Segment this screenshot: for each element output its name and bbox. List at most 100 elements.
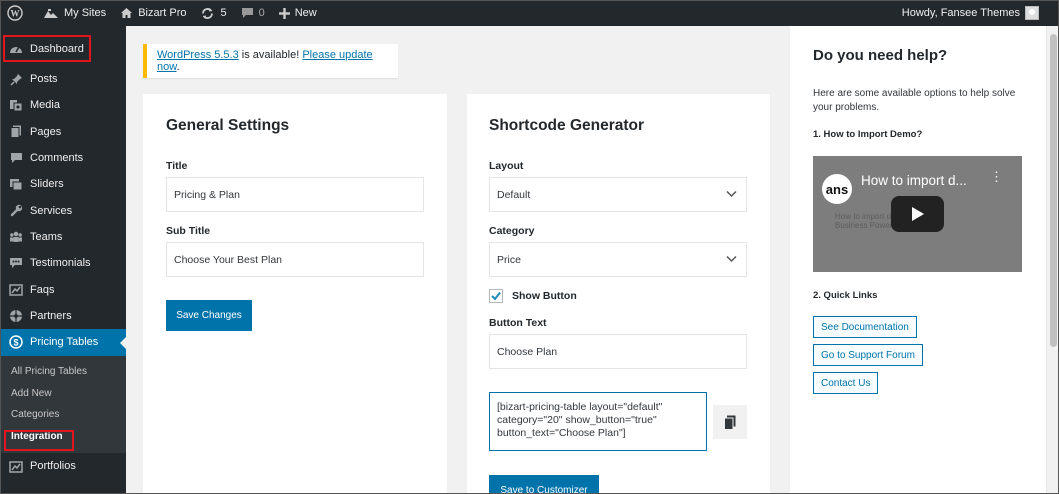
sidebar-item-sliders[interactable]: Sliders xyxy=(0,171,126,197)
video-thumbnail[interactable]: How to import demo data with Business Po… xyxy=(813,156,1022,272)
general-settings-card: General Settings Title Pricing & Plan Su… xyxy=(143,94,447,494)
sidebar-item-label: Teams xyxy=(30,230,63,243)
quick-links-heading: 2. Quick Links xyxy=(813,290,878,301)
slides-icon xyxy=(9,177,23,191)
new-content-menu[interactable]: New xyxy=(272,0,324,26)
testimonial-icon xyxy=(9,256,23,270)
home-icon xyxy=(121,8,133,18)
update-notice: WordPress 5.5.3 is available! Please upd… xyxy=(143,44,398,78)
layout-select[interactable]: Default xyxy=(489,177,747,212)
category-select[interactable]: Price xyxy=(489,242,747,277)
show-button-checkbox[interactable] xyxy=(489,289,503,303)
sidebar-item-partners[interactable]: Partners xyxy=(0,303,126,329)
save-changes-button[interactable]: Save Changes xyxy=(166,300,252,331)
more-options-icon[interactable]: ⋮ xyxy=(990,170,1003,183)
avatar xyxy=(1025,6,1039,20)
submenu-item-all-pricing-tables[interactable]: All Pricing Tables xyxy=(0,361,126,383)
wrench-icon xyxy=(9,204,23,218)
title-input[interactable]: Pricing & Plan xyxy=(166,177,424,212)
site-name-label: Bizart Pro xyxy=(138,7,187,19)
sidebar-item-faqs[interactable]: Faqs xyxy=(0,276,126,302)
admin-bar: W My Sites Bizart Pro 5 0 New Howdy, Fan… xyxy=(0,0,1059,26)
help-intro: Here are some available options to help … xyxy=(813,88,1016,113)
sidebar-item-label: Services xyxy=(30,204,73,217)
sidebar-item-services[interactable]: Services xyxy=(0,197,126,223)
comment-bubble-icon xyxy=(241,8,253,18)
sidebar-item-portfolios[interactable]: Portfolios xyxy=(0,453,126,479)
category-select-value: Price xyxy=(497,253,521,266)
layout-label: Layout xyxy=(489,160,524,172)
save-to-customizer-button[interactable]: Save to Customizer xyxy=(489,475,599,494)
account-menu[interactable]: Howdy, Fansee Themes xyxy=(902,6,1059,20)
sidebar-item-pricing-tables[interactable]: $ Pricing Tables xyxy=(0,328,126,356)
play-icon[interactable] xyxy=(891,196,944,232)
button-text-input[interactable]: Choose Plan xyxy=(489,334,747,369)
sidebar-item-label: Testimonials xyxy=(30,257,91,270)
sidebar-item-label: Partners xyxy=(30,309,72,322)
media-icon xyxy=(9,98,23,112)
button-text-label: Button Text xyxy=(489,317,547,329)
submenu-item-categories[interactable]: Categories xyxy=(0,404,126,426)
howdy-label: Howdy, Fansee Themes xyxy=(901,7,1020,19)
see-documentation-button[interactable]: See Documentation xyxy=(813,316,917,338)
contact-us-button[interactable]: Contact Us xyxy=(813,372,879,394)
shortcode-text: [bizart-pricing-table layout="default" c… xyxy=(497,401,663,439)
sidebar-item-dashboard[interactable]: Dashboard xyxy=(0,35,126,63)
sidebar-item-label: Media xyxy=(30,99,60,112)
updates-icon xyxy=(202,7,214,19)
general-settings-title: General Settings xyxy=(166,117,290,134)
version-link[interactable]: WordPress 5.5.3 xyxy=(157,49,239,61)
sidebar-item-label: Faqs xyxy=(30,283,55,296)
partners-icon xyxy=(9,309,23,323)
faq-icon xyxy=(9,283,23,297)
support-forum-button[interactable]: Go to Support Forum xyxy=(813,344,923,366)
dollar-icon: $ xyxy=(9,335,23,350)
my-sites-menu[interactable]: My Sites xyxy=(36,0,113,26)
sidebar-item-posts[interactable]: Posts xyxy=(0,66,126,92)
groups-icon xyxy=(9,230,23,244)
sidebar-item-label: Comments xyxy=(30,152,84,165)
sidebar-item-comments[interactable]: Comments xyxy=(0,145,126,171)
updates-menu[interactable]: 5 xyxy=(193,0,233,26)
dashboard-icon xyxy=(9,42,23,56)
chevron-down-icon xyxy=(726,255,737,263)
sidebar-item-testimonials[interactable]: Testimonials xyxy=(0,250,126,276)
video-title: How to import d... xyxy=(861,173,967,188)
site-name-menu[interactable]: Bizart Pro xyxy=(113,0,193,26)
shortcode-generator-card: Shortcode Generator Layout Default Categ… xyxy=(467,94,770,494)
scrollbar-thumb[interactable] xyxy=(1050,34,1057,347)
submenu-item-integration[interactable]: Integration xyxy=(0,425,126,447)
sidebar-item-label: Dashboard xyxy=(30,43,84,55)
comment-icon xyxy=(9,151,23,165)
checkmark-icon xyxy=(491,291,501,301)
notice-end: . xyxy=(176,61,180,73)
portfolio-icon xyxy=(9,459,23,473)
chevron-down-icon xyxy=(726,190,737,198)
sidebar-item-label: Pages xyxy=(30,125,62,138)
pricing-tables-submenu: All Pricing Tables Add New Categories In… xyxy=(0,355,126,453)
sidebar-item-pages[interactable]: Pages xyxy=(0,119,126,145)
page-scrollbar[interactable] xyxy=(1046,26,1059,494)
sidebar-item-label: Pricing Tables xyxy=(30,336,99,349)
admin-sidebar: Dashboard Posts Media Pages Comments Sli… xyxy=(0,26,126,494)
copy-shortcode-button[interactable] xyxy=(713,405,747,439)
submenu-item-add-new[interactable]: Add New xyxy=(0,382,126,404)
plus-icon xyxy=(278,7,290,19)
wordpress-logo-icon[interactable]: W xyxy=(0,0,36,26)
comments-menu[interactable]: 0 xyxy=(234,0,272,26)
title-label: Title xyxy=(166,160,188,172)
subtitle-label: Sub Title xyxy=(166,225,211,237)
category-label: Category xyxy=(489,225,535,237)
updates-count: 5 xyxy=(220,7,227,19)
notice-text: is available! xyxy=(238,49,303,61)
shortcode-output[interactable]: [bizart-pricing-table layout="default" c… xyxy=(489,392,707,451)
sidebar-item-label: Portfolios xyxy=(30,460,76,473)
title-input-value: Pricing & Plan xyxy=(174,188,240,201)
subtitle-input[interactable]: Choose Your Best Plan xyxy=(166,242,424,277)
show-button-label[interactable]: Show Button xyxy=(512,290,577,302)
shortcode-generator-title: Shortcode Generator xyxy=(489,117,645,134)
sidebar-item-media[interactable]: Media xyxy=(0,92,126,118)
copy-icon xyxy=(724,415,736,430)
pin-icon xyxy=(9,72,23,86)
sidebar-item-teams[interactable]: Teams xyxy=(0,224,126,250)
